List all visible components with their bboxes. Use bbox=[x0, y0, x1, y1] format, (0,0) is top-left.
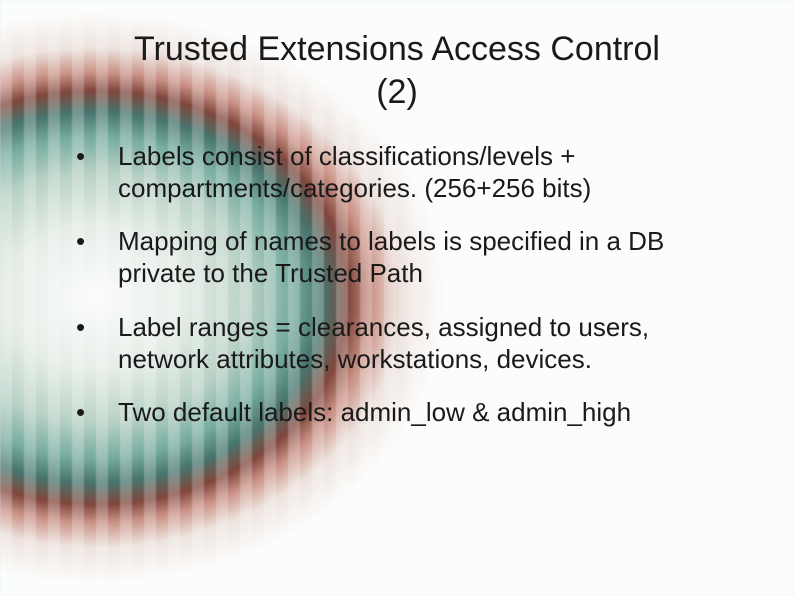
bullet-text: Two default labels: admin_low & admin_hi… bbox=[118, 397, 734, 429]
bullet-icon: • bbox=[70, 312, 118, 343]
bullet-icon: • bbox=[70, 397, 118, 428]
title-line-2: (2) bbox=[376, 73, 418, 111]
list-item: • Labels consist of classifications/leve… bbox=[70, 141, 734, 204]
bullet-list: • Labels consist of classifications/leve… bbox=[60, 141, 734, 429]
title-line-1: Trusted Extensions Access Control bbox=[134, 30, 660, 68]
bullet-text: Label ranges = clearances, assigned to u… bbox=[118, 312, 734, 375]
list-item: • Two default labels: admin_low & admin_… bbox=[70, 397, 734, 429]
list-item: • Mapping of names to labels is specifie… bbox=[70, 226, 734, 289]
bullet-icon: • bbox=[70, 226, 118, 257]
bullet-text: Mapping of names to labels is specified … bbox=[118, 226, 734, 289]
slide-title: Trusted Extensions Access Control (2) bbox=[80, 28, 714, 113]
bullet-icon: • bbox=[70, 141, 118, 172]
list-item: • Label ranges = clearances, assigned to… bbox=[70, 312, 734, 375]
slide-content: Trusted Extensions Access Control (2) • … bbox=[0, 0, 794, 595]
bullet-text: Labels consist of classifications/levels… bbox=[118, 141, 734, 204]
